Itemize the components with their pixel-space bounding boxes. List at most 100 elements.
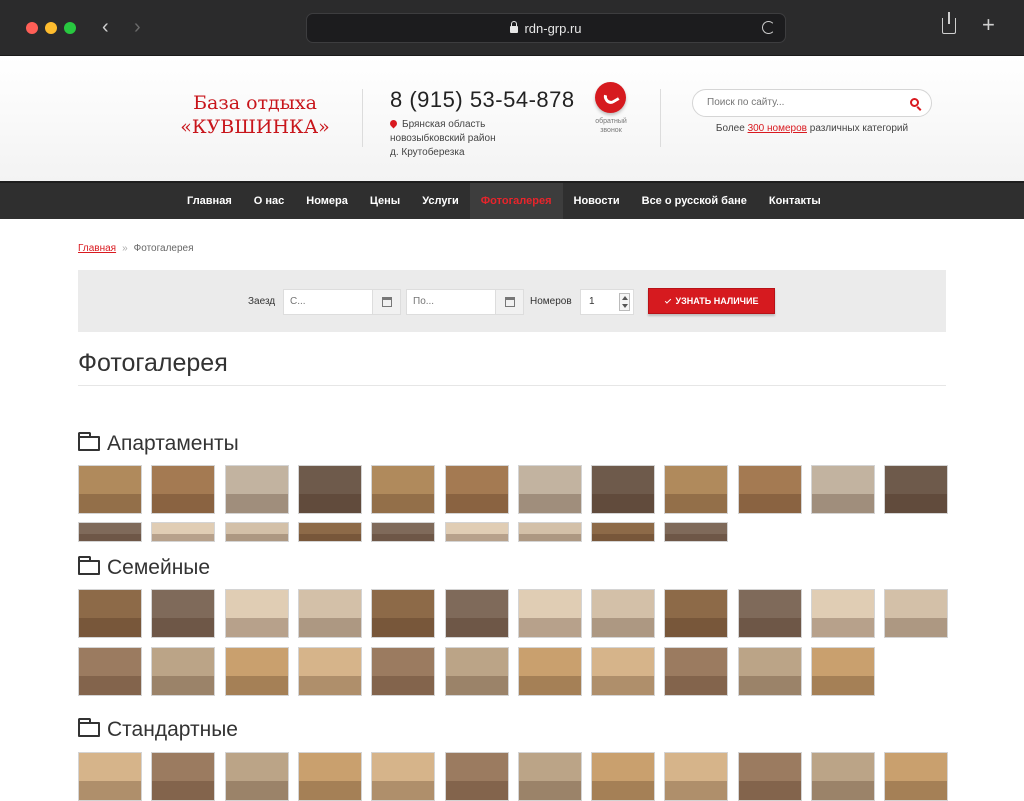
gallery-thumbnail[interactable] bbox=[224, 752, 289, 801]
gallery-thumbnail[interactable] bbox=[444, 522, 509, 542]
nav-item-3[interactable]: Цены bbox=[359, 183, 411, 219]
gallery-thumbnail[interactable] bbox=[811, 589, 875, 638]
gallery-thumbnail[interactable] bbox=[224, 647, 289, 696]
gallery-thumbnail[interactable] bbox=[224, 465, 289, 514]
gallery-thumbnail[interactable] bbox=[664, 589, 729, 638]
rooms-quantity-stepper[interactable]: 1 bbox=[580, 289, 634, 315]
gallery-thumbnail[interactable] bbox=[297, 752, 362, 801]
gallery-thumbnail[interactable] bbox=[591, 522, 656, 542]
date-to-input[interactable] bbox=[413, 296, 483, 307]
callback-button[interactable] bbox=[595, 82, 626, 113]
hint-link[interactable]: 300 номеров bbox=[748, 123, 807, 134]
gallery-thumbnail[interactable] bbox=[884, 752, 949, 801]
stepper-arrows[interactable] bbox=[619, 293, 630, 311]
nav-item-1[interactable]: О нас bbox=[243, 183, 296, 219]
gallery-thumbnail[interactable] bbox=[737, 752, 802, 801]
nav-item-5[interactable]: Фотогалерея bbox=[469, 183, 563, 219]
gallery-thumbnail[interactable] bbox=[224, 589, 289, 638]
gallery-thumbnail[interactable] bbox=[737, 465, 802, 514]
minimize-window-button[interactable] bbox=[45, 22, 57, 34]
gallery-thumbnail[interactable] bbox=[297, 465, 362, 514]
gallery-thumbnail[interactable] bbox=[591, 589, 656, 638]
stepper-down-icon[interactable] bbox=[622, 304, 628, 308]
forward-arrow-icon[interactable]: › bbox=[134, 16, 141, 38]
gallery-thumbnail[interactable] bbox=[517, 647, 582, 696]
gallery-thumbnail[interactable] bbox=[297, 589, 362, 638]
stepper-up-icon[interactable] bbox=[622, 296, 628, 300]
gallery-thumbnail[interactable] bbox=[517, 522, 582, 542]
nav-item-8[interactable]: Контакты bbox=[758, 183, 832, 219]
date-to-calendar-button[interactable] bbox=[495, 290, 523, 314]
check-availability-label: УЗНАТЬ НАЛИЧИЕ bbox=[675, 296, 759, 306]
main-navigation: Главная О нас Номера Цены Услуги Фотогалерея Н… bbox=[0, 181, 1024, 219]
gallery-thumbnail[interactable] bbox=[371, 752, 436, 801]
gallery-thumbnail[interactable] bbox=[78, 752, 142, 801]
nav-item-7[interactable]: Все о русской бане bbox=[631, 183, 758, 219]
gallery-thumbnail[interactable] bbox=[151, 647, 216, 696]
gallery-thumbnail[interactable] bbox=[517, 752, 582, 801]
gallery-thumbnail[interactable] bbox=[664, 752, 729, 801]
gallery-thumbnail[interactable] bbox=[811, 465, 875, 514]
callback-label-line-1: обратный bbox=[595, 118, 627, 125]
nav-item-4[interactable]: Услуги bbox=[411, 183, 470, 219]
gallery-thumbnail[interactable] bbox=[297, 647, 362, 696]
nav-item-6[interactable]: Новости bbox=[563, 183, 631, 219]
gallery-thumbnail[interactable] bbox=[517, 465, 582, 514]
map-pin-icon bbox=[388, 118, 399, 129]
new-tab-icon[interactable]: + bbox=[982, 14, 995, 36]
gallery-thumbnail[interactable] bbox=[151, 465, 216, 514]
reload-icon[interactable] bbox=[762, 21, 775, 34]
search-hint: Более 300 номеров различных категорий bbox=[692, 123, 932, 134]
address-bar[interactable]: rdn-grp.ru bbox=[306, 13, 786, 43]
gallery-thumbnail[interactable] bbox=[371, 465, 436, 514]
gallery-thumbnail[interactable] bbox=[737, 647, 802, 696]
gallery-thumbnail[interactable] bbox=[444, 465, 509, 514]
gallery-thumbnail[interactable] bbox=[78, 589, 142, 638]
gallery-thumbnail[interactable] bbox=[78, 522, 142, 542]
folder-open-icon bbox=[78, 556, 100, 575]
breadcrumb-home-link[interactable]: Главная bbox=[78, 243, 116, 254]
date-from-calendar-button[interactable] bbox=[372, 290, 400, 314]
gallery-thumbnail[interactable] bbox=[151, 522, 216, 542]
gallery-thumbnail[interactable] bbox=[664, 522, 729, 542]
nav-item-2[interactable]: Номера bbox=[295, 183, 359, 219]
gallery-thumbnail[interactable] bbox=[224, 522, 289, 542]
phone-number[interactable]: 8 (915) 53-54-878 bbox=[390, 87, 575, 113]
folder-open-icon bbox=[78, 718, 100, 737]
gallery-thumbnail[interactable] bbox=[811, 752, 875, 801]
gallery-thumbnail[interactable] bbox=[811, 647, 875, 696]
gallery-thumbnail[interactable] bbox=[151, 589, 216, 638]
gallery-thumbnail[interactable] bbox=[737, 589, 802, 638]
close-window-button[interactable] bbox=[26, 22, 38, 34]
gallery-thumbnail[interactable] bbox=[78, 465, 142, 514]
gallery-thumbnail[interactable] bbox=[664, 647, 729, 696]
search-input[interactable] bbox=[707, 97, 897, 108]
gallery-thumbnail[interactable] bbox=[591, 752, 656, 801]
gallery-thumbnail[interactable] bbox=[151, 752, 216, 801]
date-from-input[interactable] bbox=[290, 296, 360, 307]
gallery-thumbnail[interactable] bbox=[664, 465, 729, 514]
album-title-apartments[interactable]: Апартаменты bbox=[78, 432, 239, 456]
site-logo[interactable]: База отдыха «КУВШИНКА» bbox=[180, 91, 330, 139]
gallery-thumbnail[interactable] bbox=[297, 522, 362, 542]
gallery-thumbnail[interactable] bbox=[591, 465, 656, 514]
gallery-thumbnail[interactable] bbox=[444, 752, 509, 801]
zoom-window-button[interactable] bbox=[64, 22, 76, 34]
gallery-thumbnail[interactable] bbox=[444, 647, 509, 696]
gallery-thumbnail[interactable] bbox=[78, 647, 142, 696]
gallery-thumbnail[interactable] bbox=[371, 647, 436, 696]
gallery-thumbnail[interactable] bbox=[884, 589, 949, 638]
search-icon[interactable] bbox=[910, 98, 919, 107]
gallery-thumbnail[interactable] bbox=[444, 589, 509, 638]
gallery-thumbnail[interactable] bbox=[517, 589, 582, 638]
back-arrow-icon[interactable]: ‹ bbox=[102, 16, 109, 38]
share-icon[interactable] bbox=[942, 12, 956, 34]
gallery-thumbnail[interactable] bbox=[371, 522, 436, 542]
check-availability-button[interactable]: УЗНАТЬ НАЛИЧИЕ bbox=[648, 288, 775, 314]
gallery-thumbnail[interactable] bbox=[591, 647, 656, 696]
nav-item-0[interactable]: Главная bbox=[176, 183, 243, 219]
album-title-standard[interactable]: Стандартные bbox=[78, 718, 238, 742]
gallery-thumbnail[interactable] bbox=[884, 465, 949, 514]
album-title-family[interactable]: Семейные bbox=[78, 556, 210, 580]
gallery-thumbnail[interactable] bbox=[371, 589, 436, 638]
